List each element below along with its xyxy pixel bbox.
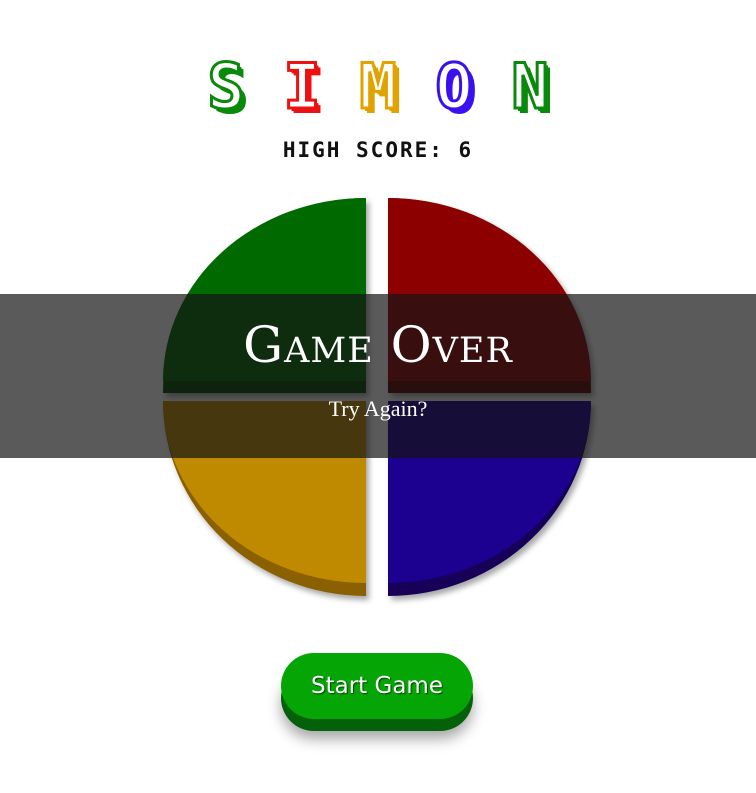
start-game-button[interactable]: Start Game: [281, 653, 473, 719]
game-title: S I M O N: [0, 50, 756, 123]
title-letter-i: I: [282, 50, 322, 123]
title-letter-s: S: [206, 50, 246, 123]
title-letter-n: N: [510, 50, 550, 123]
title-letter-o: O: [434, 50, 474, 123]
game-over-title: Game Over: [243, 316, 513, 374]
try-again-link[interactable]: Try Again?: [0, 396, 756, 422]
high-score: HIGH SCORE: 6: [282, 138, 474, 162]
title-letter-m: M: [358, 50, 398, 123]
